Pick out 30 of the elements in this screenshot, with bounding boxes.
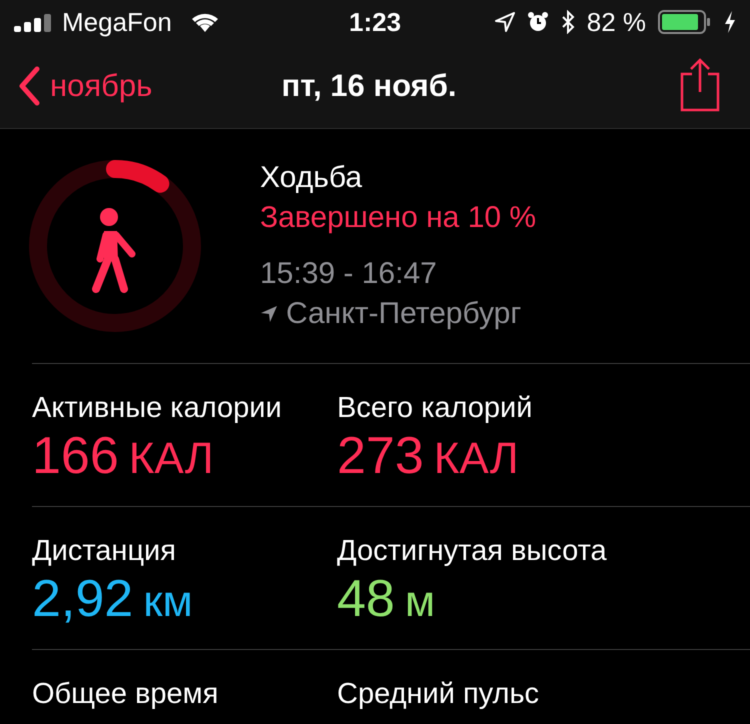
battery-percent: 82 % — [586, 6, 646, 38]
metric-label: Дистанция — [32, 534, 177, 569]
metric-label: Всего калорий — [337, 391, 534, 426]
location-arrow-icon — [260, 305, 278, 323]
carrier-name: MegaFon — [62, 6, 172, 38]
metric-value: 2,92 км — [32, 569, 194, 630]
completion-text: Завершено на 10 % — [260, 200, 536, 236]
signal-icon — [14, 12, 54, 32]
time-range: 15:39 - 16:47 — [260, 256, 438, 292]
metric-value: 273 КАЛ — [337, 426, 520, 487]
metric-value: 166 КАЛ — [32, 426, 215, 487]
charging-bolt-icon — [724, 11, 736, 33]
share-button[interactable] — [680, 58, 720, 112]
metric-label: Достигнутая высота — [337, 534, 608, 569]
workout-title: Ходьба — [260, 160, 364, 196]
metric-label: Активные калории — [32, 391, 283, 426]
clock-time: 1:23 — [348, 6, 402, 38]
metric-label: Общее время — [32, 677, 220, 712]
battery-icon — [658, 10, 712, 34]
nav-title: пт, 16 нояб. — [280, 68, 458, 104]
back-button[interactable]: ноябрь — [18, 66, 208, 106]
location-arrow-icon — [494, 12, 515, 32]
alarm-clock-icon — [526, 11, 549, 33]
wifi-icon — [190, 11, 220, 33]
metric-value: 48 м — [337, 569, 436, 630]
metric-label: Средний пульс — [337, 677, 540, 712]
bluetooth-icon — [560, 10, 575, 34]
location-name: Санкт-Петербург — [286, 296, 522, 332]
chevron-left-icon — [18, 66, 40, 106]
share-icon — [680, 58, 720, 112]
